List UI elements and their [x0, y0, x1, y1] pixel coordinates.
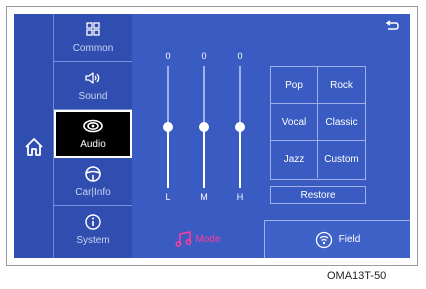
preset-rock-button[interactable]: Rock	[318, 67, 365, 104]
preset-grid: Pop Rock Vocal Classic Jazz Custom	[270, 66, 366, 180]
speaker-icon	[85, 72, 100, 84]
audio-panel: 0 L 0 M 0 H Pop Rock Vocal Classic Jazz …	[132, 14, 410, 258]
preset-label: Classic	[325, 116, 358, 128]
restore-button[interactable]: Restore	[270, 186, 366, 204]
preset-classic-button[interactable]: Classic	[318, 104, 365, 141]
settings-menu: Common Sound Audio Car|Info System	[54, 14, 132, 258]
preset-label: Vocal	[281, 116, 307, 128]
slider-fill	[203, 127, 205, 188]
menu-item-label: System	[76, 235, 110, 246]
slider-value-h: 0	[237, 51, 243, 61]
preset-vocal-button[interactable]: Vocal	[271, 104, 318, 141]
eq-slider-m[interactable]	[199, 66, 209, 188]
home-icon[interactable]	[23, 136, 45, 158]
preset-custom-button[interactable]: Custom	[318, 141, 365, 178]
preset-jazz-button[interactable]: Jazz	[271, 141, 318, 178]
menu-item-common[interactable]: Common	[54, 14, 132, 62]
preset-label: Rock	[330, 79, 353, 91]
back-icon[interactable]	[384, 20, 400, 34]
slider-fill	[167, 127, 169, 188]
menu-item-system[interactable]: System	[54, 206, 132, 258]
field-icon	[315, 231, 332, 248]
slider-knob[interactable]	[199, 122, 209, 132]
grid-icon	[86, 22, 100, 36]
eq-slider-h[interactable]	[235, 66, 245, 188]
restore-label: Restore	[300, 189, 336, 201]
field-label: Field	[338, 234, 361, 245]
info-icon	[85, 214, 101, 230]
head-unit-screen: Common Sound Audio Car|Info System 0 L 0…	[14, 14, 410, 258]
slider-label-h: H	[236, 192, 244, 202]
slider-label-m: M	[200, 192, 208, 202]
menu-item-audio[interactable]: Audio	[54, 110, 132, 158]
slider-label-l: L	[165, 192, 171, 202]
menu-item-carinfo[interactable]: Car|Info	[54, 158, 132, 206]
audio-rings-icon	[83, 119, 103, 133]
slider-fill	[239, 127, 241, 188]
slider-knob[interactable]	[235, 122, 245, 132]
mode-button[interactable]: Mode	[132, 220, 264, 258]
preset-pop-button[interactable]: Pop	[271, 67, 318, 104]
menu-item-label: Common	[72, 43, 114, 54]
slider-value-m: 0	[201, 51, 207, 61]
menu-item-label: Sound	[78, 91, 108, 102]
figure-caption: OMA13T-50	[327, 270, 387, 282]
home-column	[14, 14, 54, 258]
menu-item-label: Car|Info	[75, 187, 111, 198]
preset-label: Jazz	[283, 154, 305, 165]
music-note-icon	[176, 231, 192, 247]
slider-value-l: 0	[165, 51, 171, 61]
slider-knob[interactable]	[163, 122, 173, 132]
field-button[interactable]: Field	[264, 220, 410, 258]
eq-slider-l[interactable]	[163, 66, 173, 188]
preset-label: Pop	[285, 79, 303, 91]
steering-wheel-icon	[85, 166, 101, 182]
menu-item-sound[interactable]: Sound	[54, 62, 132, 110]
menu-item-label: Audio	[80, 139, 106, 150]
mode-label: Mode	[195, 233, 221, 245]
preset-label: Custom	[324, 154, 359, 165]
